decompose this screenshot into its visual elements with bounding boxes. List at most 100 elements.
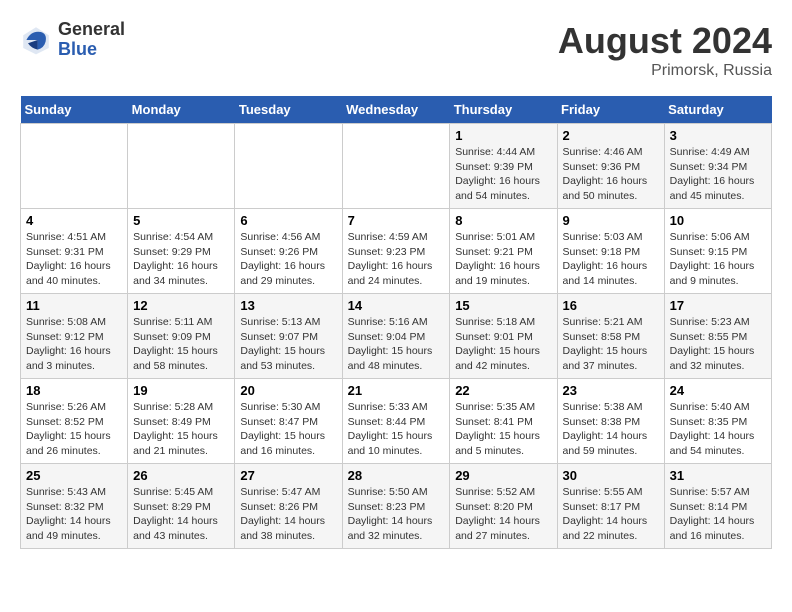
- day-number: 6: [240, 213, 336, 228]
- day-number: 20: [240, 383, 336, 398]
- day-number: 28: [348, 468, 445, 483]
- day-info: Sunrise: 4:54 AM Sunset: 9:29 PM Dayligh…: [133, 230, 229, 289]
- day-info: Sunrise: 5:38 AM Sunset: 8:38 PM Dayligh…: [563, 400, 659, 459]
- calendar-cell: 24 Sunrise: 5:40 AM Sunset: 8:35 PM Dayli…: [664, 379, 771, 464]
- calendar-cell: 28 Sunrise: 5:50 AM Sunset: 8:23 PM Dayli…: [342, 464, 450, 549]
- day-number: 11: [26, 298, 122, 313]
- day-number: 10: [670, 213, 766, 228]
- calendar-cell: 11Sunrise: 5:08 AM Sunset: 9:12 PM Dayli…: [21, 294, 128, 379]
- day-number: 31: [670, 468, 766, 483]
- day-info: Sunrise: 5:03 AM Sunset: 9:18 PM Dayligh…: [563, 230, 659, 289]
- month-year: August 2024: [558, 20, 772, 62]
- day-info: Sunrise: 5:11 AM Sunset: 9:09 PM Dayligh…: [133, 315, 229, 374]
- day-number: 26: [133, 468, 229, 483]
- day-info: Sunrise: 5:26 AM Sunset: 8:52 PM Dayligh…: [26, 400, 122, 459]
- calendar-cell: 23 Sunrise: 5:38 AM Sunset: 8:38 PM Dayli…: [557, 379, 664, 464]
- calendar-week-1: 1 Sunrise: 4:44 AM Sunset: 9:39 PM Daylig…: [21, 124, 772, 209]
- day-number: 12: [133, 298, 229, 313]
- day-number: 1: [455, 128, 551, 143]
- calendar-week-5: 25 Sunrise: 5:43 AM Sunset: 8:32 PM Dayli…: [21, 464, 772, 549]
- weekday-header-friday: Friday: [557, 96, 664, 124]
- calendar-cell: 9 Sunrise: 5:03 AM Sunset: 9:18 PM Daylig…: [557, 209, 664, 294]
- weekday-header-sunday: Sunday: [21, 96, 128, 124]
- day-info: Sunrise: 5:50 AM Sunset: 8:23 PM Dayligh…: [348, 485, 445, 544]
- day-info: Sunrise: 5:43 AM Sunset: 8:32 PM Dayligh…: [26, 485, 122, 544]
- calendar-week-2: 4Sunrise: 4:51 AM Sunset: 9:31 PM Daylig…: [21, 209, 772, 294]
- calendar-week-3: 11Sunrise: 5:08 AM Sunset: 9:12 PM Dayli…: [21, 294, 772, 379]
- day-number: 27: [240, 468, 336, 483]
- day-info: Sunrise: 5:30 AM Sunset: 8:47 PM Dayligh…: [240, 400, 336, 459]
- calendar-cell: 10 Sunrise: 5:06 AM Sunset: 9:15 PM Dayli…: [664, 209, 771, 294]
- calendar-cell: 4Sunrise: 4:51 AM Sunset: 9:31 PM Daylig…: [21, 209, 128, 294]
- day-info: Sunrise: 5:28 AM Sunset: 8:49 PM Dayligh…: [133, 400, 229, 459]
- day-info: Sunrise: 5:23 AM Sunset: 8:55 PM Dayligh…: [670, 315, 766, 374]
- calendar-body: 1 Sunrise: 4:44 AM Sunset: 9:39 PM Daylig…: [21, 124, 772, 549]
- calendar-cell: 13 Sunrise: 5:13 AM Sunset: 9:07 PM Dayli…: [235, 294, 342, 379]
- day-number: 24: [670, 383, 766, 398]
- day-number: 23: [563, 383, 659, 398]
- calendar-cell: 12 Sunrise: 5:11 AM Sunset: 9:09 PM Dayli…: [128, 294, 235, 379]
- calendar-cell: 25 Sunrise: 5:43 AM Sunset: 8:32 PM Dayli…: [21, 464, 128, 549]
- day-number: 18: [26, 383, 122, 398]
- day-info: Sunrise: 5:13 AM Sunset: 9:07 PM Dayligh…: [240, 315, 336, 374]
- calendar-cell: 22 Sunrise: 5:35 AM Sunset: 8:41 PM Dayli…: [450, 379, 557, 464]
- calendar-cell: 18 Sunrise: 5:26 AM Sunset: 8:52 PM Dayli…: [21, 379, 128, 464]
- day-info: Sunrise: 5:16 AM Sunset: 9:04 PM Dayligh…: [348, 315, 445, 374]
- calendar-cell: 31 Sunrise: 5:57 AM Sunset: 8:14 PM Dayli…: [664, 464, 771, 549]
- day-info: Sunrise: 4:44 AM Sunset: 9:39 PM Dayligh…: [455, 145, 551, 204]
- calendar-cell: 3Sunrise: 4:49 AM Sunset: 9:34 PM Daylig…: [664, 124, 771, 209]
- day-number: 25: [26, 468, 122, 483]
- day-number: 17: [670, 298, 766, 313]
- day-number: 15: [455, 298, 551, 313]
- day-number: 29: [455, 468, 551, 483]
- day-number: 14: [348, 298, 445, 313]
- day-info: Sunrise: 5:33 AM Sunset: 8:44 PM Dayligh…: [348, 400, 445, 459]
- day-number: 19: [133, 383, 229, 398]
- weekday-header-saturday: Saturday: [664, 96, 771, 124]
- day-info: Sunrise: 5:45 AM Sunset: 8:29 PM Dayligh…: [133, 485, 229, 544]
- calendar-cell: 29 Sunrise: 5:52 AM Sunset: 8:20 PM Dayli…: [450, 464, 557, 549]
- page-header: General Blue August 2024 Primorsk, Russi…: [20, 20, 772, 80]
- weekday-header-monday: Monday: [128, 96, 235, 124]
- calendar-cell: 16 Sunrise: 5:21 AM Sunset: 8:58 PM Dayli…: [557, 294, 664, 379]
- calendar-cell: 21Sunrise: 5:33 AM Sunset: 8:44 PM Dayli…: [342, 379, 450, 464]
- day-number: 16: [563, 298, 659, 313]
- logo-icon: [20, 24, 52, 56]
- day-number: 13: [240, 298, 336, 313]
- weekday-header-wednesday: Wednesday: [342, 96, 450, 124]
- calendar-cell: 1 Sunrise: 4:44 AM Sunset: 9:39 PM Daylig…: [450, 124, 557, 209]
- calendar-cell: 17 Sunrise: 5:23 AM Sunset: 8:55 PM Dayli…: [664, 294, 771, 379]
- day-info: Sunrise: 5:40 AM Sunset: 8:35 PM Dayligh…: [670, 400, 766, 459]
- location: Primorsk, Russia: [558, 62, 772, 80]
- weekday-header-thursday: Thursday: [450, 96, 557, 124]
- day-number: 8: [455, 213, 551, 228]
- weekday-header-tuesday: Tuesday: [235, 96, 342, 124]
- calendar-cell: [128, 124, 235, 209]
- day-info: Sunrise: 5:06 AM Sunset: 9:15 PM Dayligh…: [670, 230, 766, 289]
- calendar-cell: 19 Sunrise: 5:28 AM Sunset: 8:49 PM Dayli…: [128, 379, 235, 464]
- day-info: Sunrise: 5:55 AM Sunset: 8:17 PM Dayligh…: [563, 485, 659, 544]
- day-info: Sunrise: 5:52 AM Sunset: 8:20 PM Dayligh…: [455, 485, 551, 544]
- day-info: Sunrise: 5:18 AM Sunset: 9:01 PM Dayligh…: [455, 315, 551, 374]
- calendar-cell: 27Sunrise: 5:47 AM Sunset: 8:26 PM Dayli…: [235, 464, 342, 549]
- calendar-week-4: 18 Sunrise: 5:26 AM Sunset: 8:52 PM Dayli…: [21, 379, 772, 464]
- day-number: 22: [455, 383, 551, 398]
- day-info: Sunrise: 4:49 AM Sunset: 9:34 PM Dayligh…: [670, 145, 766, 204]
- calendar-cell: 7Sunrise: 4:59 AM Sunset: 9:23 PM Daylig…: [342, 209, 450, 294]
- day-info: Sunrise: 4:56 AM Sunset: 9:26 PM Dayligh…: [240, 230, 336, 289]
- calendar-cell: 20 Sunrise: 5:30 AM Sunset: 8:47 PM Dayli…: [235, 379, 342, 464]
- day-number: 9: [563, 213, 659, 228]
- day-info: Sunrise: 5:21 AM Sunset: 8:58 PM Dayligh…: [563, 315, 659, 374]
- title-block: August 2024 Primorsk, Russia: [558, 20, 772, 80]
- calendar-cell: 6 Sunrise: 4:56 AM Sunset: 9:26 PM Daylig…: [235, 209, 342, 294]
- calendar-cell: [21, 124, 128, 209]
- calendar-cell: 15 Sunrise: 5:18 AM Sunset: 9:01 PM Dayli…: [450, 294, 557, 379]
- day-info: Sunrise: 5:35 AM Sunset: 8:41 PM Dayligh…: [455, 400, 551, 459]
- weekday-header-row: SundayMondayTuesdayWednesdayThursdayFrid…: [21, 96, 772, 124]
- day-number: 30: [563, 468, 659, 483]
- logo-text: General Blue: [58, 20, 125, 60]
- day-info: Sunrise: 4:46 AM Sunset: 9:36 PM Dayligh…: [563, 145, 659, 204]
- day-info: Sunrise: 4:51 AM Sunset: 9:31 PM Dayligh…: [26, 230, 122, 289]
- day-info: Sunrise: 5:57 AM Sunset: 8:14 PM Dayligh…: [670, 485, 766, 544]
- calendar-cell: 2Sunrise: 4:46 AM Sunset: 9:36 PM Daylig…: [557, 124, 664, 209]
